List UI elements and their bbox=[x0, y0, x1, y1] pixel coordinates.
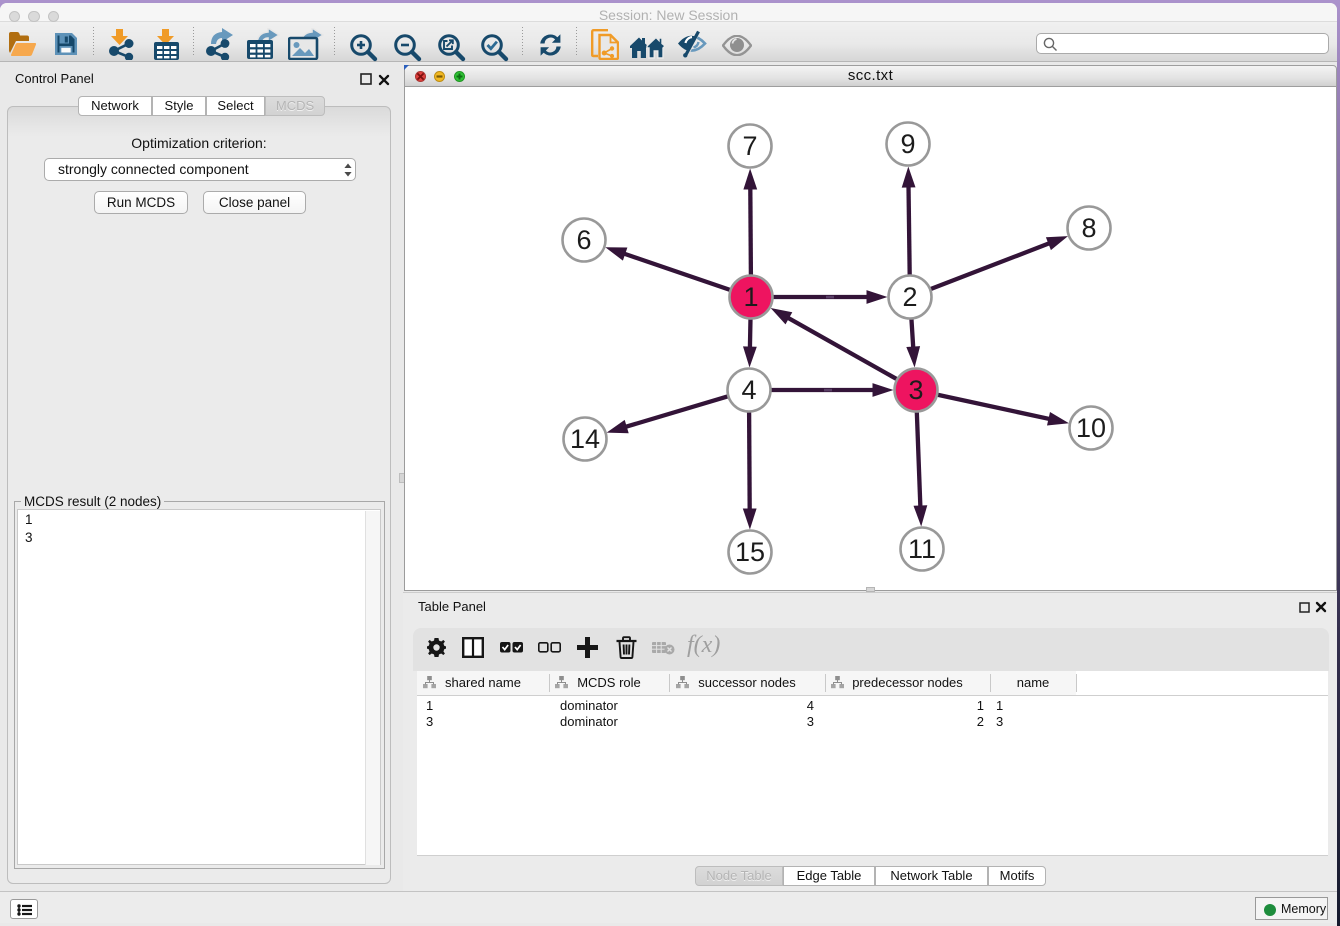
svg-text:1: 1 bbox=[743, 282, 758, 312]
svg-text:11: 11 bbox=[908, 534, 936, 564]
svg-text:14: 14 bbox=[570, 424, 600, 454]
svg-text:7: 7 bbox=[742, 131, 757, 161]
svg-text:3: 3 bbox=[908, 375, 923, 405]
svg-text:15: 15 bbox=[735, 537, 765, 567]
svg-text:2: 2 bbox=[902, 282, 917, 312]
svg-text:10: 10 bbox=[1076, 413, 1106, 443]
svg-text:6: 6 bbox=[576, 225, 591, 255]
svg-text:8: 8 bbox=[1081, 213, 1096, 243]
svg-text:4: 4 bbox=[741, 375, 756, 405]
svg-text:9: 9 bbox=[900, 129, 915, 159]
